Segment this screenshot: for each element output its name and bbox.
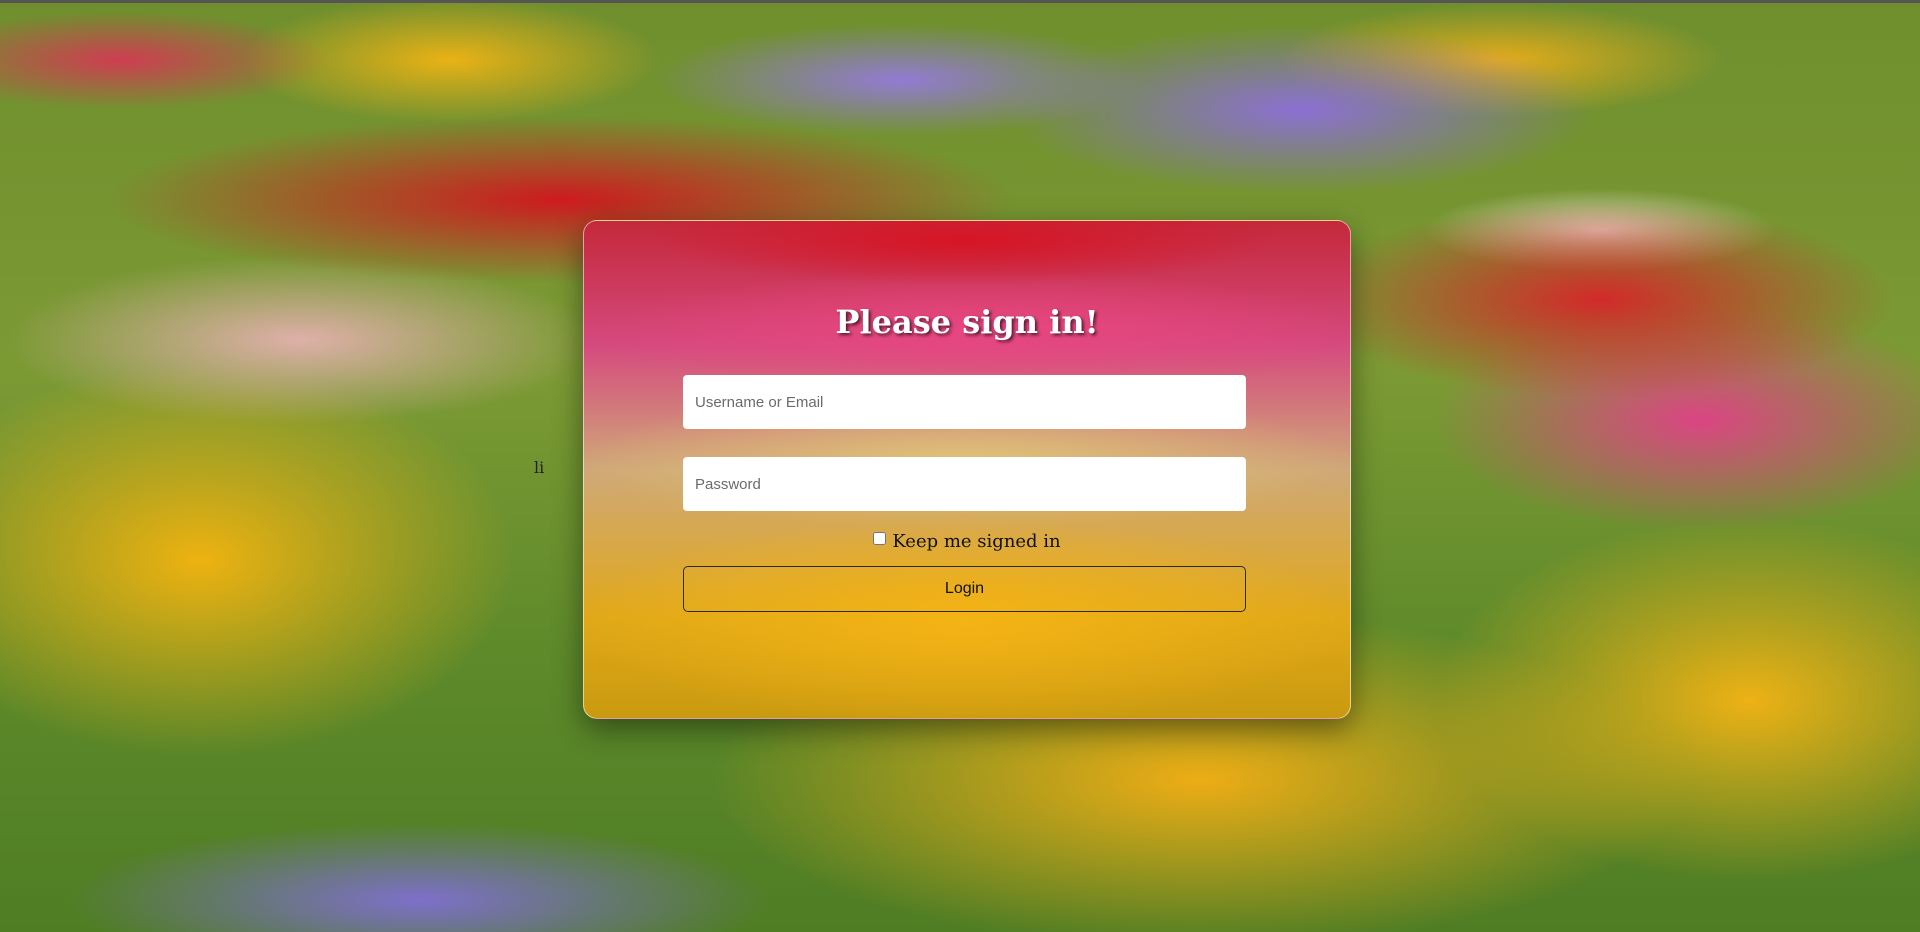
top-border <box>0 0 1920 3</box>
login-card: Please sign in! Keep me signed in Login <box>583 220 1351 719</box>
keep-signed-in-row[interactable]: Keep me signed in <box>584 531 1350 552</box>
stray-text: li <box>534 458 545 477</box>
username-input[interactable] <box>683 375 1246 429</box>
password-input[interactable] <box>683 457 1246 511</box>
login-button[interactable]: Login <box>683 566 1246 612</box>
keep-signed-in-label: Keep me signed in <box>892 531 1061 552</box>
keep-signed-in-checkbox[interactable] <box>873 532 887 545</box>
page-title: Please sign in! <box>835 303 1099 341</box>
